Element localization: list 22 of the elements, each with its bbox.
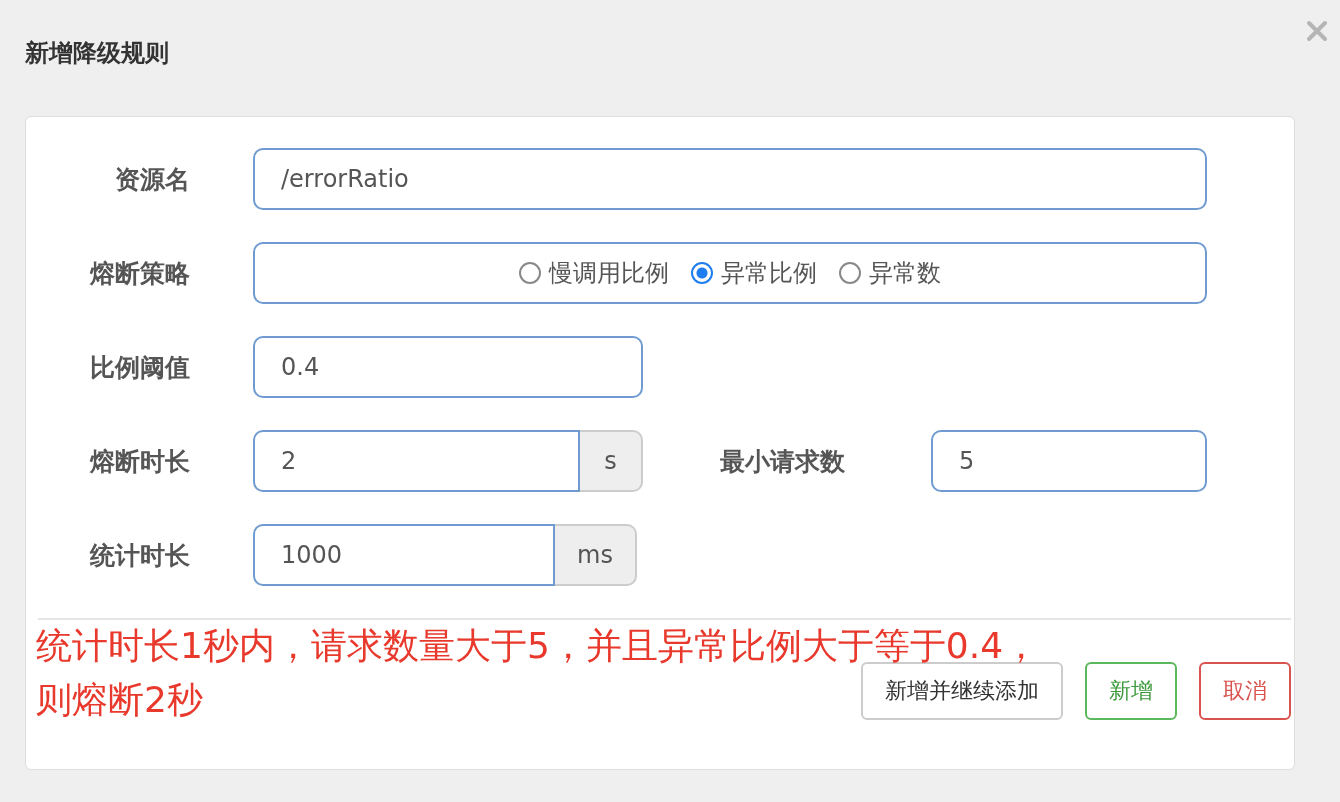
input-field[interactable]: /errorRatio	[253, 148, 1207, 210]
radio-option[interactable]: 慢调用比例	[519, 257, 669, 289]
annotation-text: 则熔断2秒	[36, 678, 203, 722]
field-label: 统计时长	[88, 539, 190, 572]
unit-addon: ms	[555, 524, 637, 586]
radio-option[interactable]: 异常比例	[691, 257, 817, 289]
close-icon[interactable]	[1306, 20, 1328, 42]
unit-addon: s	[580, 430, 643, 492]
dialog-title: 新增降级规则	[25, 38, 169, 69]
field-label: 比例阈值	[89, 351, 190, 384]
input-field[interactable]: 5	[931, 430, 1207, 492]
dialog-button[interactable]: 新增并继续添加	[861, 662, 1063, 720]
field-label: 熔断时长	[88, 445, 190, 478]
field-label: 熔断策略	[88, 257, 190, 290]
dialog-button[interactable]: 新增	[1085, 662, 1177, 720]
radio-option[interactable]: 异常数	[839, 257, 941, 289]
dialog-button[interactable]: 取消	[1199, 662, 1291, 720]
input-field[interactable]: 1000	[253, 524, 555, 586]
field-label: 资源名	[114, 163, 190, 196]
input-field[interactable]: 2	[253, 430, 580, 492]
field-label: 最小请求数	[720, 445, 846, 478]
input-field[interactable]: 0.4	[253, 336, 643, 398]
